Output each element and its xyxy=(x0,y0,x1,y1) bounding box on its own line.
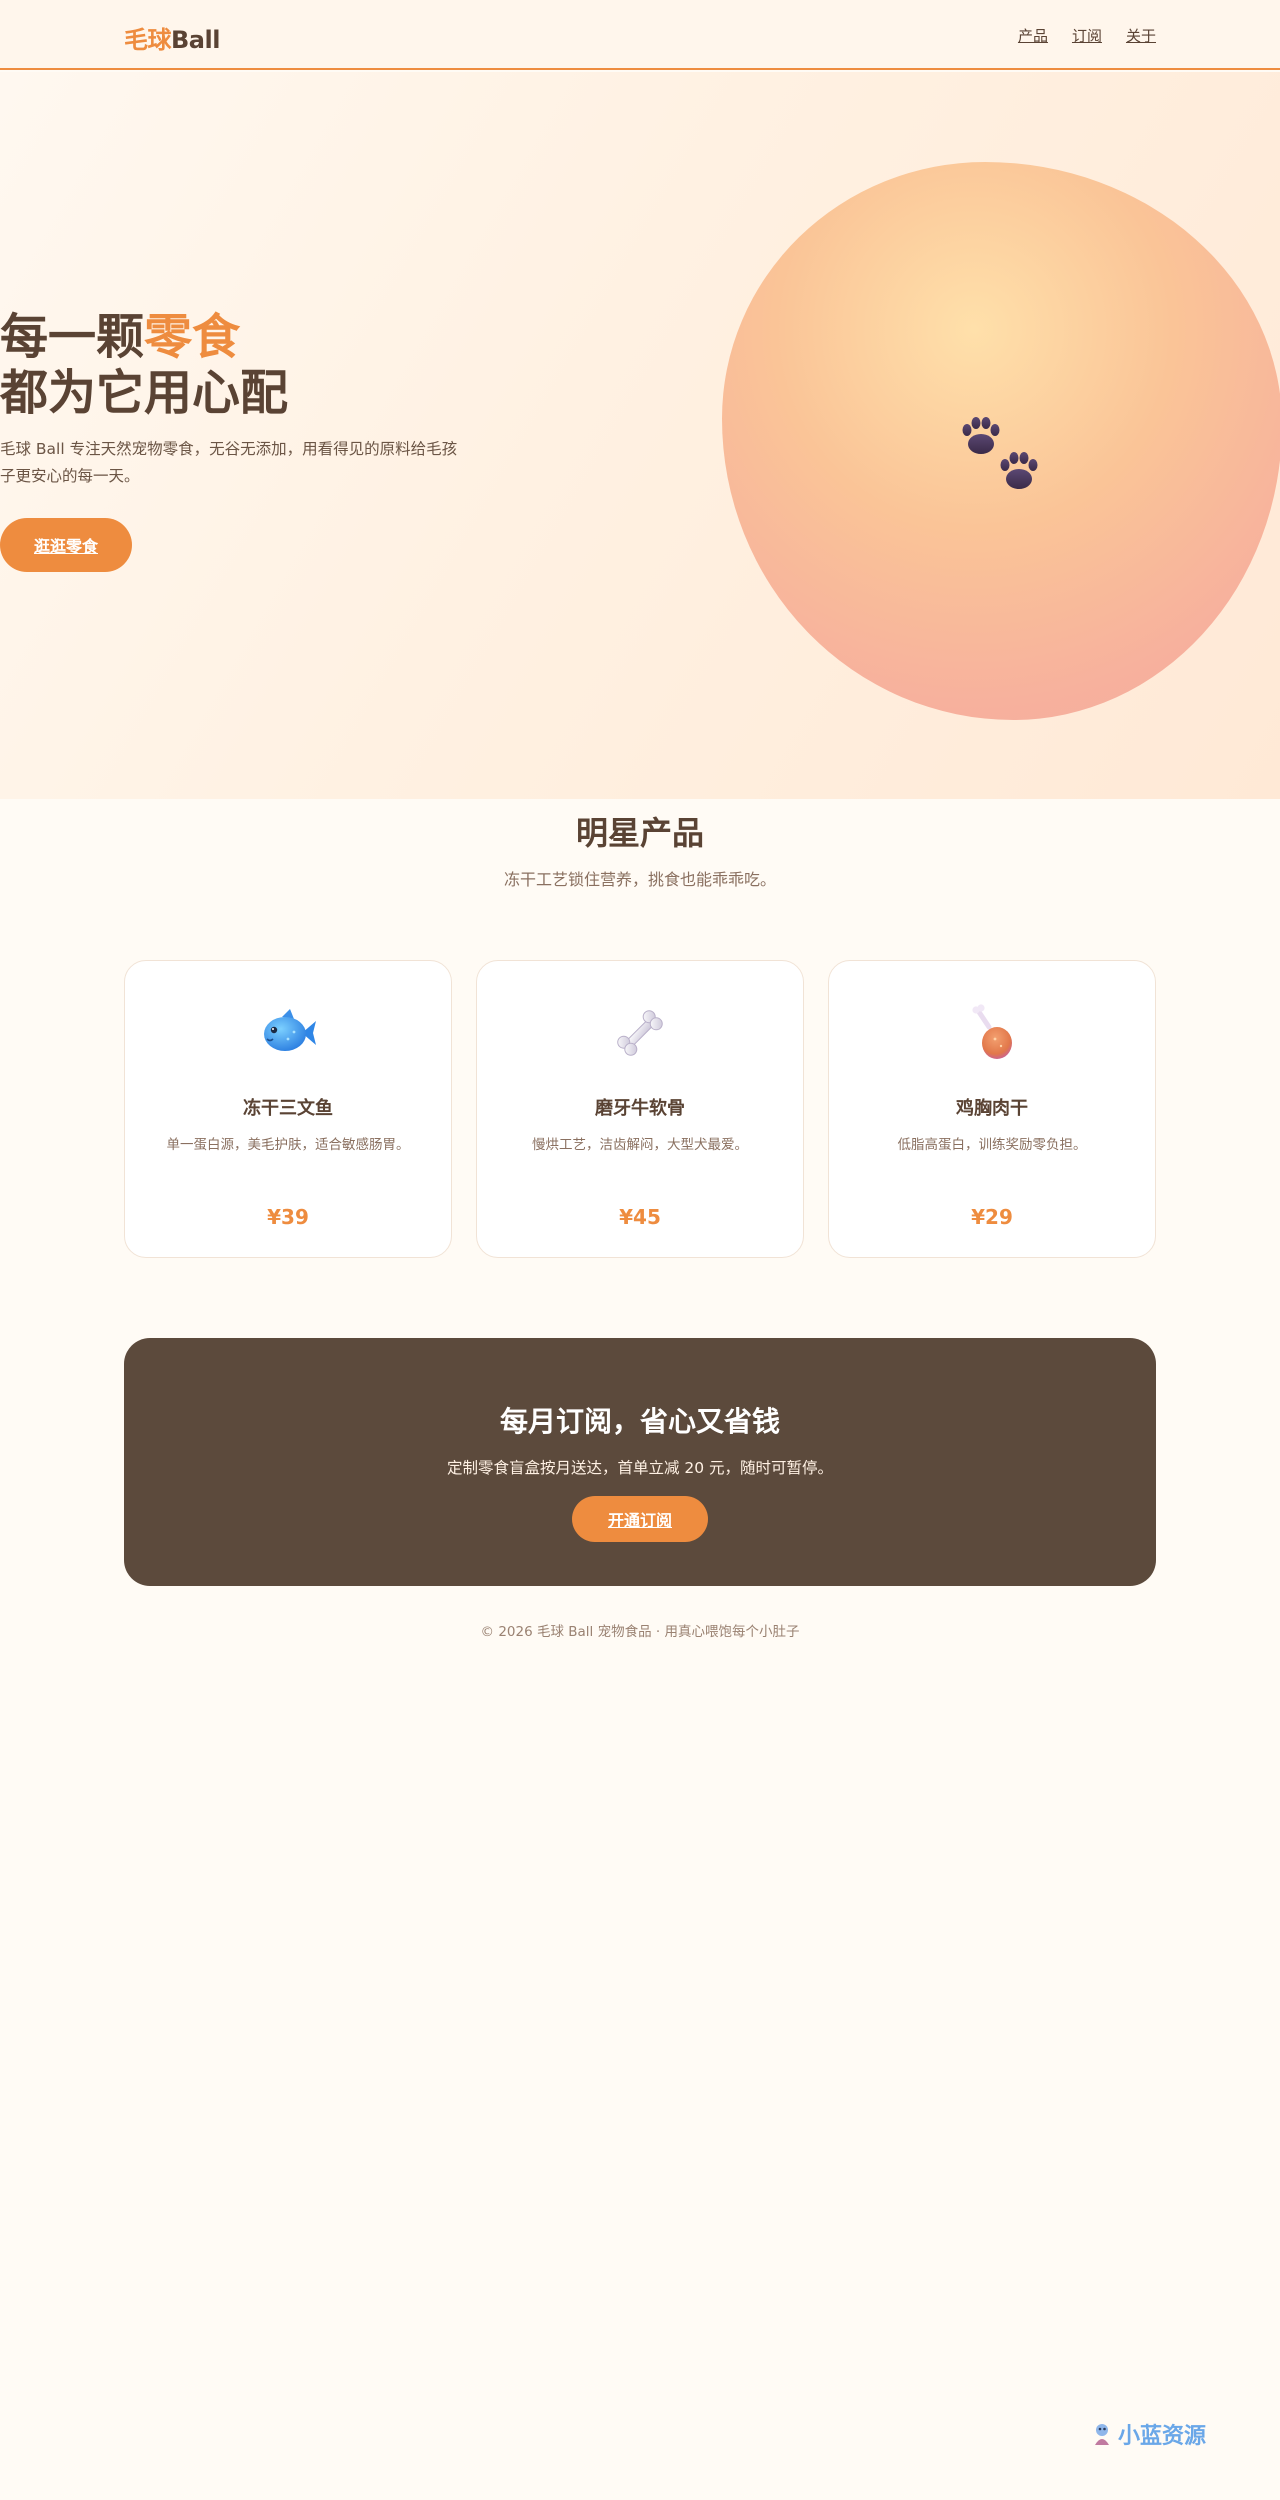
hero-title-prefix: 每一颗 xyxy=(0,309,145,365)
main-nav: 产品 订阅 关于 xyxy=(1018,25,1156,46)
product-card-chicken[interactable]: 鸡胸肉干 低脂高蛋白，训练奖励零负担。 ¥29 xyxy=(828,960,1156,1258)
subscription-title: 每月订阅，省心又省钱 xyxy=(499,1405,780,1438)
nav-link-products[interactable]: 产品 xyxy=(1018,25,1048,46)
products-title: 明星产品 xyxy=(575,814,704,852)
subscription-banner: 每月订阅，省心又省钱 定制零食盲盒按月送达，首单立减 20 元，随时可暂停。 开… xyxy=(124,1338,1156,1586)
product-card-salmon[interactable]: 冻干三文鱼 单一蛋白源，美毛护肤，适合敏感肠胃。 ¥39 xyxy=(124,960,452,1258)
watermark: 小蓝资源 xyxy=(1090,2418,1206,2450)
bone-icon xyxy=(477,1003,803,1063)
nav-link-subscription[interactable]: 订阅 xyxy=(1072,25,1102,46)
product-price: ¥39 xyxy=(267,1205,309,1229)
watermark-logo-icon xyxy=(1095,2424,1109,2445)
product-name: 冻干三文鱼 xyxy=(243,1098,333,1119)
product-price: ¥29 xyxy=(971,1205,1013,1229)
product-name: 鸡胸肉干 xyxy=(956,1098,1028,1119)
footer-copyright: © 2026 毛球 Ball 宠物食品 · 用真心喂饱每个小肚子 xyxy=(480,1624,800,1640)
product-card-cartilage[interactable]: 磨牙牛软骨 慢烘工艺，洁齿解闷，大型犬最爱。 ¥45 xyxy=(476,960,804,1258)
subscribe-button[interactable]: 开通订阅 xyxy=(572,1496,708,1542)
paw-prints-icon xyxy=(962,417,1038,489)
shop-snacks-button[interactable]: 逛逛零食 xyxy=(0,518,132,572)
hero-title-highlight: 零食 xyxy=(144,309,241,365)
product-name: 磨牙牛软骨 xyxy=(595,1098,685,1119)
hero-title: 每一颗零食 都为它用心配 xyxy=(0,309,288,421)
chicken-leg-icon xyxy=(829,1003,1155,1063)
product-desc: 单一蛋白源，美毛护肤，适合敏感肠胃。 xyxy=(166,1137,410,1153)
hero-title-line2: 都为它用心配 xyxy=(0,365,289,421)
site-header: 毛球Ball 产品 订阅 关于 xyxy=(0,0,1280,70)
hero-section: 每一颗零食 都为它用心配 毛球 Ball 专注天然宠物零食，无谷无添加，用看得见… xyxy=(0,72,1280,799)
products-subtitle: 冻干工艺锁住营养，挑食也能乖乖吃。 xyxy=(503,870,776,889)
watermark-text: 小蓝资源 xyxy=(1118,2424,1207,2449)
hero-description: 毛球 Ball 专注天然宠物零食，无谷无添加，用看得见的原料给毛孩子更安心的每一… xyxy=(0,440,458,485)
product-price: ¥45 xyxy=(619,1205,661,1229)
nav-link-about[interactable]: 关于 xyxy=(1126,25,1156,46)
fish-icon xyxy=(125,1003,451,1063)
subscription-description: 定制零食盲盒按月送达，首单立减 20 元，随时可暂停。 xyxy=(446,1459,834,1477)
logo-rest: Ball xyxy=(171,26,220,54)
logo[interactable]: 毛球Ball xyxy=(124,20,220,55)
product-desc: 低脂高蛋白，训练奖励零负担。 xyxy=(897,1137,1087,1153)
product-desc: 慢烘工艺，洁齿解闷，大型犬最爱。 xyxy=(532,1137,748,1153)
logo-accent: 毛球 xyxy=(124,26,172,54)
